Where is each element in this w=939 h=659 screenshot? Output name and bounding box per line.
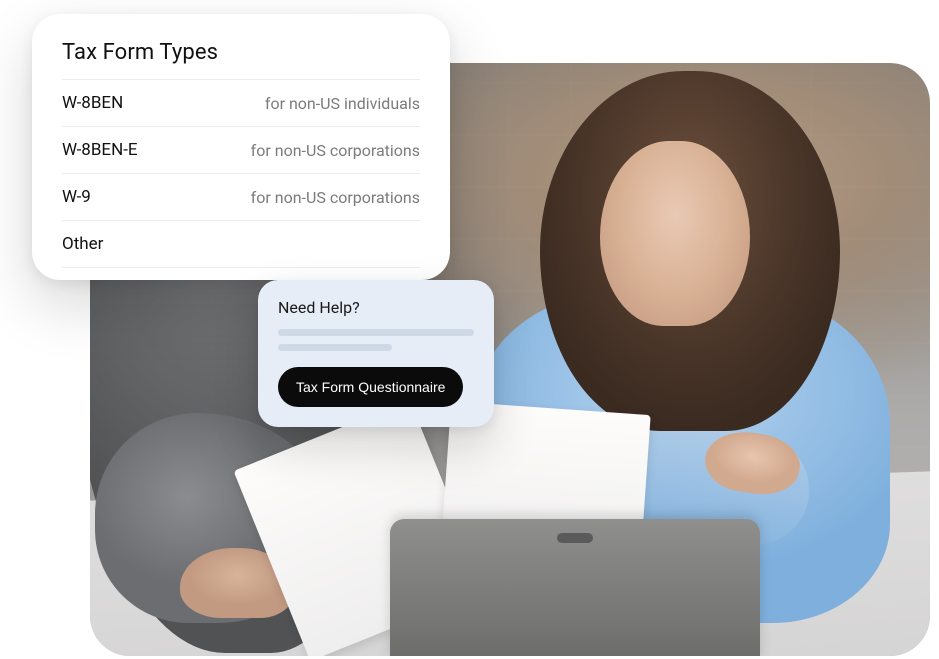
laptop [390,519,760,656]
tax-form-row[interactable]: W-9 for non-US corporations [62,173,420,220]
tax-form-name: W-8BEN-E [62,140,138,160]
person-right-face [600,141,750,326]
stage: Tax Form Types W-8BEN for non-US individ… [0,0,939,659]
tax-form-desc: for non-US individuals [265,94,420,113]
help-panel: Need Help? Tax Form Questionnaire [258,280,494,427]
tax-form-row[interactable]: Other [62,220,420,268]
tax-form-types-card: Tax Form Types W-8BEN for non-US individ… [32,14,450,280]
tax-form-row[interactable]: W-8BEN for non-US individuals [62,79,420,126]
tax-form-name: Other [62,234,103,254]
help-text-placeholder-line [278,329,474,336]
tax-form-name: W-8BEN [62,93,123,113]
tax-form-desc: for non-US corporations [251,188,420,207]
tax-form-desc: for non-US corporations [251,141,420,160]
tax-form-questionnaire-button[interactable]: Tax Form Questionnaire [278,367,463,407]
help-title: Need Help? [278,298,474,317]
help-text-placeholder-line [278,344,392,351]
card-title: Tax Form Types [62,40,420,79]
tax-form-row[interactable]: W-8BEN-E for non-US corporations [62,126,420,173]
tax-form-name: W-9 [62,187,91,207]
